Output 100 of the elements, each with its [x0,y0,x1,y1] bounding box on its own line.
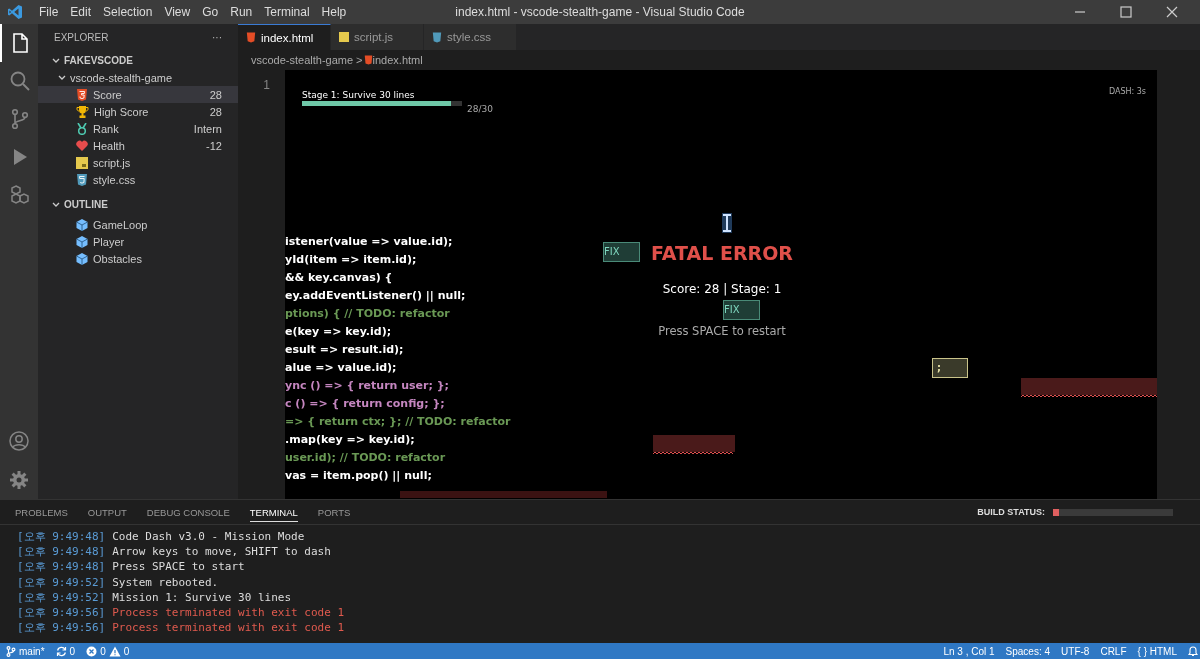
file-label: Score [93,88,122,101]
more-actions-button[interactable]: ··· [212,32,222,43]
log-message: Process terminated with exit code 1 [112,604,345,621]
search-icon[interactable] [9,70,31,92]
log-timestamp: [오후 9:49:48] [17,529,106,545]
folder-row[interactable]: vscode-stealth-game [38,69,238,86]
heart-icon [76,140,88,151]
menu-item[interactable]: Run [224,5,259,19]
menu-item[interactable]: Terminal [258,5,316,19]
html-file-icon [76,88,88,101]
code-line: yId(item => item.id); [285,252,418,268]
account-icon[interactable] [8,430,30,452]
log-message: Mission 1: Survive 30 lines [112,589,292,605]
menu-item[interactable]: Go [196,5,225,19]
file-value: Intern [193,122,222,135]
html-file-icon [246,32,256,43]
log-timestamp: [오후 9:49:48] [17,559,106,575]
outline-label: GameLoop [93,218,148,231]
editor-tab[interactable]: index.html [238,24,331,50]
file-label: High Score [94,105,149,118]
source-control-icon[interactable] [9,108,31,130]
code-line: ync () => { return user; }; [285,378,450,394]
outline-label: Player [93,235,125,248]
explorer-entry[interactable]: Rank Intern [38,120,238,137]
log-timestamp: [오후 9:49:52] [17,574,106,590]
score-text: Score: 28 | Stage: 1 [662,282,782,296]
status-item[interactable]: UTF-8 [1061,645,1090,657]
code-line: esult => result.id); [285,342,405,358]
status-item[interactable]: CRLF [1100,645,1127,657]
explorer-entry[interactable]: High Score 28 [38,103,238,120]
outline-header[interactable]: OUTLINE [38,196,238,213]
extensions-icon[interactable] [9,184,31,206]
stage-label: Stage 1: Survive 30 lines [302,90,415,100]
folder-label: FAKEVSCODE [64,55,133,66]
menu-item[interactable]: View [158,5,197,19]
code-token: FIX [723,300,760,320]
outline-item[interactable]: Player [38,233,238,250]
code-line: ey.addEventListener() || null; [285,288,467,304]
problems-status[interactable]: 0 0 [86,645,130,657]
outline-item[interactable]: GameLoop [38,216,238,233]
dash-timer: DASH: 3s [1108,87,1146,96]
panel-tab[interactable]: PORTS [317,502,351,522]
status-item[interactable]: Ln 3 , Col 1 [943,645,995,657]
branch-status[interactable]: main* [6,645,45,657]
outline-label: Obstacles [93,252,142,265]
menu-item[interactable]: Edit [64,5,98,19]
menu-item[interactable]: Selection [97,5,159,19]
explorer-entry[interactable]: script.js [38,154,238,171]
build-status-label: BUILD STATUS: [977,507,1045,517]
branch-icon [6,645,16,657]
log-message: Press SPACE to start [112,559,245,575]
code-line: e(key => key.id); [285,324,393,340]
log-timestamp: [오후 9:49:48] [17,544,106,560]
editor-tab[interactable]: style.css [424,24,517,50]
menu-item[interactable]: File [33,5,65,19]
error-count: 0 [100,645,106,657]
outline-title: OUTLINE [64,199,108,210]
trophy-icon [76,105,89,118]
breadcrumb-folder[interactable]: vscode-stealth-game [251,54,354,66]
breadcrumb-separator: > [356,54,363,66]
settings-icon[interactable] [8,469,30,491]
file-label: script.js [93,156,131,169]
explorer-entry[interactable]: Score 28 [38,86,238,103]
explorer-entry[interactable]: Health -12 [38,137,238,154]
panel-tab[interactable]: PROBLEMS [15,502,68,522]
js-file-icon [339,32,349,42]
bell-icon[interactable] [1188,645,1198,657]
menu-item[interactable]: Help [315,5,353,19]
outline-item[interactable]: Obstacles [38,250,238,267]
close-icon[interactable] [1166,6,1178,18]
panel-tab[interactable]: OUTPUT [87,502,127,522]
breadcrumb-file[interactable]: index.html [372,54,423,66]
status-item[interactable]: Spaces: 4 [1005,645,1051,657]
folder-row[interactable]: FAKEVSCODE [38,52,238,69]
explorer-title: EXPLORER [54,32,109,43]
sync-status[interactable]: 0 [55,645,76,657]
log-message: Process terminated with exit code 1 [112,620,345,636]
js-file-icon [76,156,88,169]
status-item[interactable]: { } HTML [1137,645,1177,657]
editor-tab[interactable]: script.js [331,24,424,50]
log-message: System rebooted. [112,574,219,590]
panel-tab[interactable]: TERMINAL [249,502,298,522]
file-value: 28 [209,88,222,101]
medal-icon [76,122,88,135]
explorer-entry[interactable]: style.css [38,171,238,188]
file-label: Health [93,139,125,152]
error-title: FATAL ERROR [651,241,793,266]
vscode-logo-icon [7,4,23,20]
panel-tab[interactable]: DEBUG CONSOLE [146,502,230,522]
maximize-icon[interactable] [1120,6,1132,18]
log-message: Arrow keys to move, SHIFT to dash [112,544,331,560]
code-line: vas = item.pop() || null; [285,468,433,484]
code-line: .map(key => key.id); [285,432,416,448]
css-file-icon [432,31,442,43]
file-value: -12 [206,139,222,152]
window-title: index.html - vscode-stealth-game - Visual Studio Code [455,5,745,19]
code-line: c () => { return config; }; [285,396,446,412]
warning-count: 0 [123,645,130,657]
cube-icon [76,218,88,231]
code-line: && key.canvas) { [285,270,394,286]
